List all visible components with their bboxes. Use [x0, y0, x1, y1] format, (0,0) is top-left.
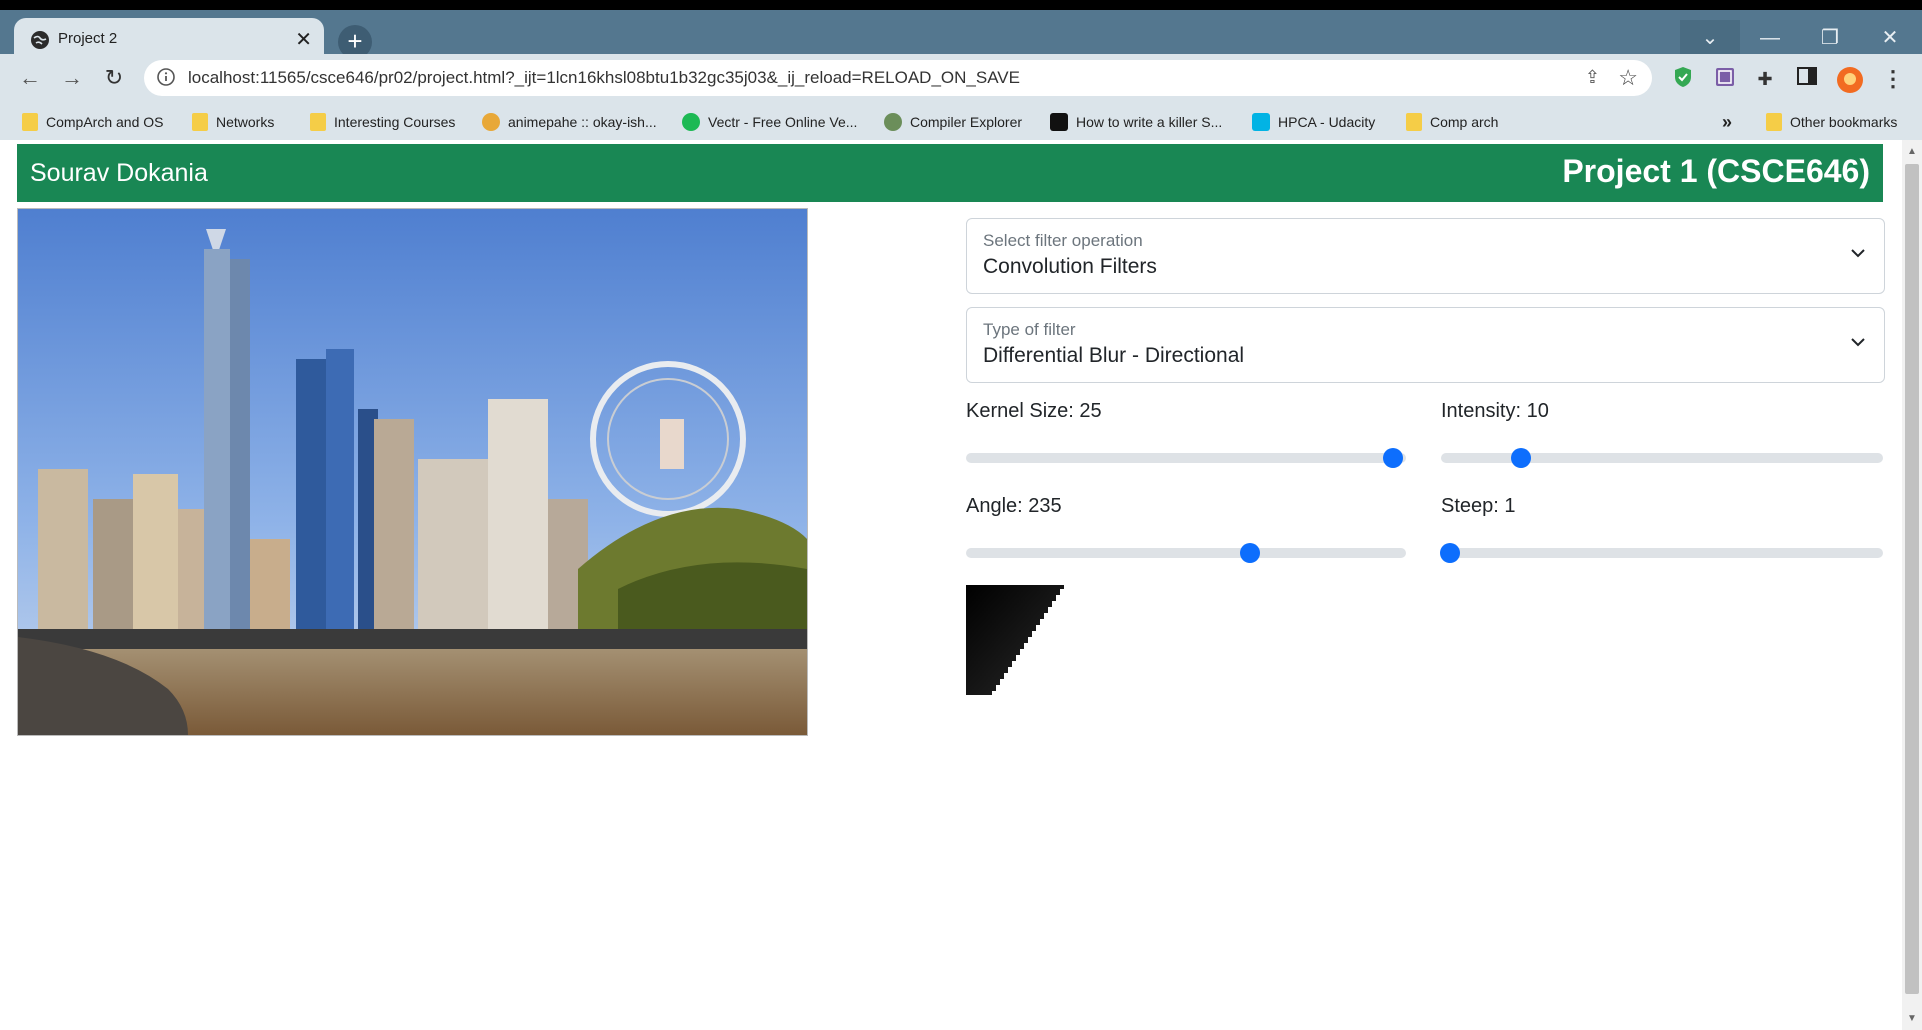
- scroll-down-arrow-icon[interactable]: ▼: [1907, 1013, 1917, 1024]
- tab-strip: Project 2 ✕ + ⌄ — ❐ ✕: [0, 10, 1922, 62]
- slider-thumb[interactable]: [1239, 543, 1260, 563]
- forward-button[interactable]: →: [56, 62, 88, 94]
- url-text[interactable]: localhost:11565/csce646/pr02/project.htm…: [188, 68, 1020, 88]
- folder-icon: [310, 113, 326, 131]
- tab-search-button[interactable]: ⌄: [1680, 20, 1740, 58]
- browser-menu-button[interactable]: ⋮: [1880, 66, 1906, 92]
- restore-button[interactable]: ❐: [1800, 20, 1860, 58]
- steep-slider[interactable]: [1439, 543, 1883, 563]
- folder-icon: [1406, 113, 1422, 131]
- extensions-puzzle-icon[interactable]: ✚: [1752, 66, 1778, 92]
- bookmark-item[interactable]: HPCA - Udacity: [1252, 111, 1375, 133]
- bookmarks-bar: CompArch and OS Networks Interesting Cou…: [0, 102, 1922, 140]
- compiler-explorer-icon: [884, 113, 902, 131]
- intensity-label: Intensity: 10: [1441, 400, 1549, 422]
- back-button[interactable]: ←: [14, 62, 46, 94]
- reload-button[interactable]: ↻: [98, 62, 130, 94]
- scrollbar-thumb[interactable]: [1905, 164, 1919, 994]
- filter-type-label: Type of filter: [983, 320, 1076, 339]
- bookmark-item[interactable]: animepahe :: okay-ish...: [482, 111, 657, 133]
- slider-thumb[interactable]: [1439, 543, 1460, 563]
- bookmark-item[interactable]: Interesting Courses: [310, 111, 455, 133]
- close-window-button[interactable]: ✕: [1860, 20, 1920, 58]
- slider-thumb[interactable]: [1382, 448, 1403, 468]
- filter-type-select[interactable]: Type of filter Differential Blur - Direc…: [966, 307, 1885, 383]
- filter-type-value: Differential Blur - Directional: [983, 344, 1245, 367]
- minimize-button[interactable]: —: [1740, 20, 1800, 58]
- author-name: Sourav Dokania: [30, 159, 208, 187]
- other-bookmarks[interactable]: Other bookmarks: [1766, 111, 1897, 133]
- angle-label: Angle: 235: [966, 495, 1062, 517]
- scroll-up-arrow-icon[interactable]: ▲: [1907, 146, 1917, 157]
- bookmark-item[interactable]: Comp arch: [1406, 111, 1498, 133]
- page-content: Sourav Dokania Project 1 (CSCE646) Selec…: [0, 140, 1902, 1030]
- intensity-slider[interactable]: [1441, 448, 1883, 468]
- bookmark-star-icon[interactable]: ☆: [1618, 65, 1638, 91]
- bookmark-item[interactable]: How to write a killer S...: [1050, 111, 1222, 133]
- bookmark-item[interactable]: CompArch and OS: [22, 111, 164, 133]
- tab-title: Project 2: [58, 30, 118, 47]
- filtered-image: [17, 208, 808, 736]
- folder-icon: [192, 113, 208, 131]
- animepahe-icon: [482, 113, 500, 131]
- globe-icon: [31, 31, 49, 49]
- shield-extension-icon[interactable]: [1670, 66, 1696, 92]
- steep-label: Steep: 1: [1441, 495, 1516, 517]
- filter-operation-value: Convolution Filters: [983, 255, 1157, 278]
- bookmark-item[interactable]: Networks: [192, 111, 274, 133]
- bookmark-item[interactable]: Compiler Explorer: [884, 111, 1022, 133]
- filter-operation-label: Select filter operation: [983, 231, 1143, 250]
- chevron-down-icon: [1851, 338, 1865, 347]
- purple-extension-icon[interactable]: [1712, 66, 1738, 92]
- kernel-size-slider[interactable]: [966, 448, 1406, 468]
- filter-operation-select[interactable]: Select filter operation Convolution Filt…: [966, 218, 1885, 294]
- project-title: Project 1 (CSCE646): [1562, 153, 1870, 189]
- browser-toolbar: ← → ↻ localhost:11565/csce646/pr02/proje…: [0, 54, 1922, 102]
- folder-icon: [22, 113, 38, 131]
- angle-slider[interactable]: [966, 543, 1406, 563]
- window-top-edge: [0, 0, 1922, 10]
- chevron-down-icon: [1851, 249, 1865, 258]
- udacity-icon: [1252, 113, 1270, 131]
- tab-close-button[interactable]: ✕: [295, 27, 312, 52]
- side-panel-icon[interactable]: [1794, 66, 1820, 92]
- profile-avatar[interactable]: [1836, 66, 1863, 93]
- info-icon[interactable]: [156, 67, 176, 87]
- share-icon[interactable]: ⇪: [1585, 67, 1600, 88]
- page-scrollbar[interactable]: ▲ ▼: [1902, 140, 1922, 1030]
- address-bar[interactable]: localhost:11565/csce646/pr02/project.htm…: [144, 60, 1652, 96]
- site-logo-icon: [1050, 113, 1068, 131]
- page-header: Sourav Dokania Project 1 (CSCE646): [17, 144, 1883, 202]
- slider-thumb[interactable]: [1510, 448, 1531, 468]
- cityscape-image: [18, 209, 807, 735]
- kernel-size-label: Kernel Size: 25: [966, 400, 1102, 422]
- bookmarks-overflow-button[interactable]: »: [1722, 111, 1732, 133]
- bookmark-item[interactable]: Vectr - Free Online Ve...: [682, 111, 857, 133]
- folder-icon: [1766, 113, 1782, 131]
- vectr-icon: [682, 113, 700, 131]
- kernel-preview: [966, 585, 1064, 695]
